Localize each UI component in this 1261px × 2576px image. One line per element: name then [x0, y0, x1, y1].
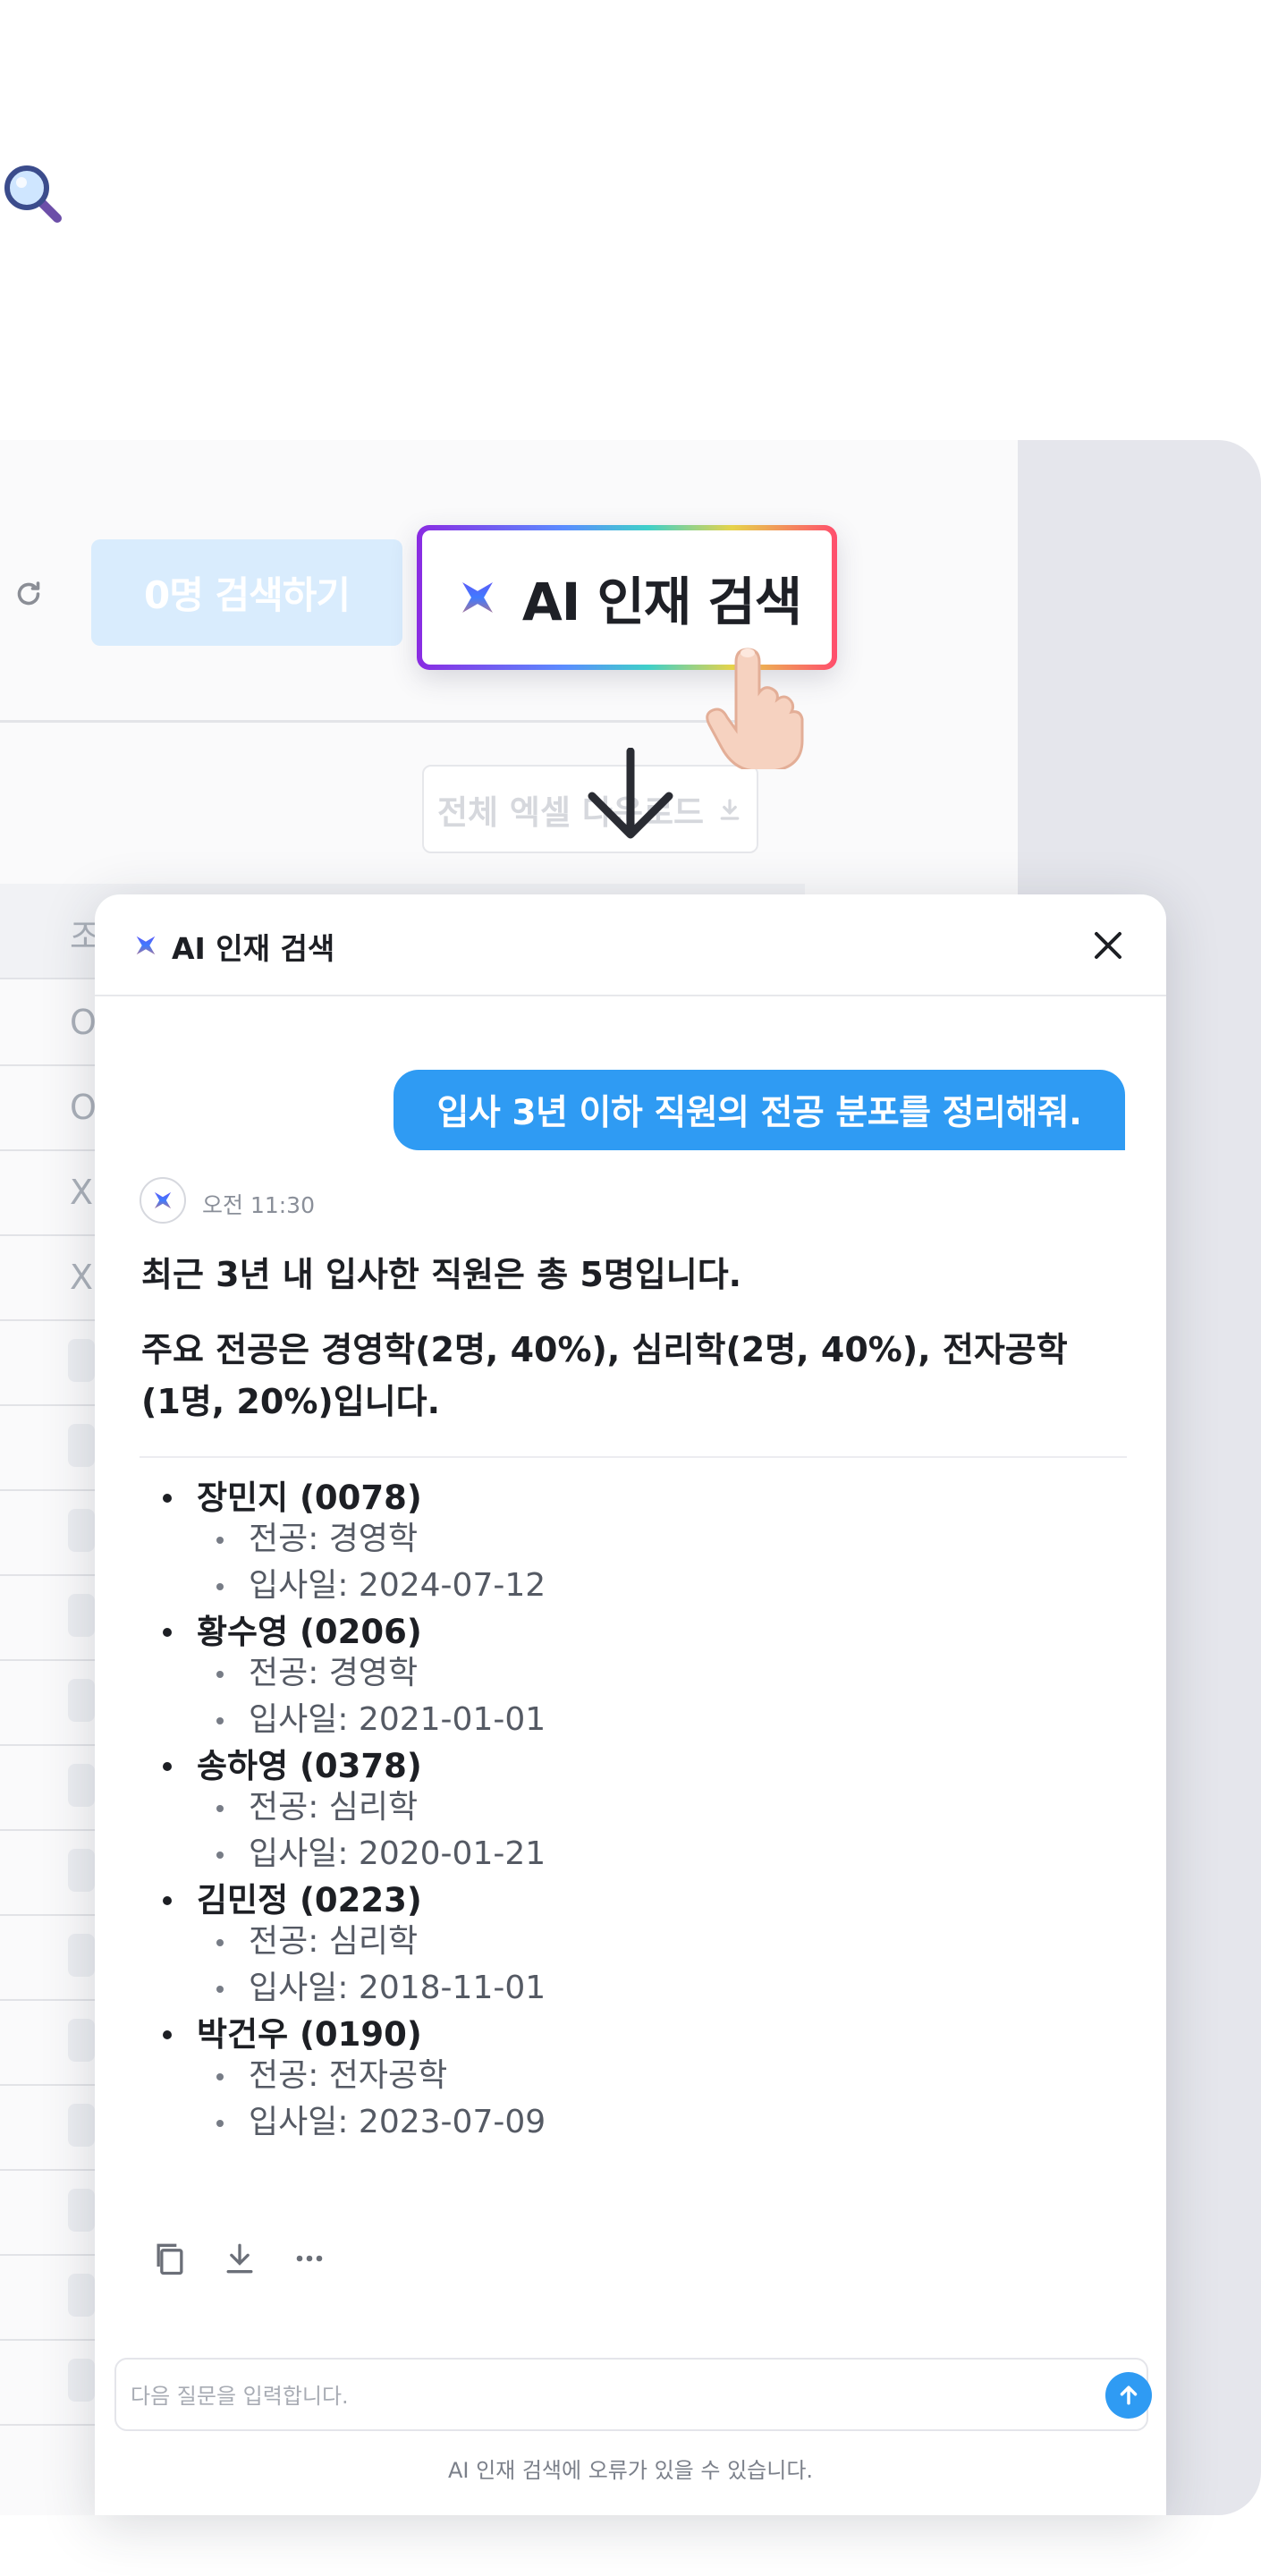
employee-join-date: 입사일: 2024-07-12	[157, 1562, 1052, 1610]
sparkle-star-icon	[136, 936, 156, 955]
bot-detail: 주요 전공은 경영학(2명, 40%), 심리학(2명, 40%), 전자공학(…	[141, 1330, 1068, 1421]
employee-major: 전공: 심리학	[157, 1789, 1052, 1830]
employee-list: 장민지 (0078) 전공: 경영학 입사일: 2024-07-12 황수영 (…	[157, 1476, 1052, 2147]
employee-name: 송하영 (0378)	[157, 1744, 1052, 1789]
copy-icon[interactable]	[150, 2239, 190, 2278]
divider	[0, 720, 774, 723]
table-cell-placeholder	[68, 1679, 95, 1722]
table-cell-placeholder	[68, 1934, 95, 1977]
list-item: 김민정 (0223) 전공: 심리학 입사일: 2018-11-01	[157, 1878, 1052, 2012]
table-cell: X	[70, 1173, 94, 1212]
user-message-bubble: 입사 3년 이하 직원의 전공 분포를 정리해줘.	[394, 1070, 1125, 1150]
question-input[interactable]	[129, 2376, 1062, 2417]
employee-major: 전공: 경영학	[157, 1655, 1052, 1696]
table-cell: X	[70, 1258, 94, 1297]
ai-talent-search-label: AI 인재 검색	[521, 572, 802, 632]
bot-summary: 최근 3년 내 입사한 직원은 총 5명입니다.	[141, 1255, 742, 1294]
pointing-hand-icon	[684, 626, 827, 773]
disclaimer-text: AI 인재 검색에 오류가 있을 수 있습니다.	[447, 2458, 814, 2483]
dialog-header: AI 인재 검색	[95, 894, 1166, 996]
employee-major: 전공: 전자공학	[157, 2057, 1052, 2098]
employee-join-date: 입사일: 2020-01-21	[157, 1830, 1052, 1878]
table-cell-placeholder	[68, 2019, 95, 2062]
employee-major: 전공: 심리학	[157, 1923, 1052, 1964]
employee-join-date: 입사일: 2023-07-09	[157, 2098, 1052, 2147]
employee-major: 전공: 경영학	[157, 1521, 1052, 1562]
table-cell-placeholder	[68, 2189, 95, 2232]
sparkle-star-icon	[461, 582, 493, 613]
magnifier-icon	[0, 161, 72, 233]
table-cell-placeholder	[68, 1594, 95, 1637]
dialog-title: AI 인재 검색	[172, 931, 335, 966]
table-cell-placeholder	[68, 2104, 95, 2147]
ai-search-dialog: AI 인재 검색 입사 3년 이하 직원의 전공 분포를 정리해줘. 오전 11…	[95, 894, 1166, 2515]
download-icon[interactable]	[220, 2239, 259, 2278]
list-item: 박건우 (0190) 전공: 전자공학 입사일: 2023-07-09	[157, 2012, 1052, 2147]
down-arrow-icon	[581, 747, 680, 846]
employee-name: 김민정 (0223)	[157, 1878, 1052, 1923]
employee-name: 박건우 (0190)	[157, 2012, 1052, 2057]
table-cell-placeholder	[68, 2274, 95, 2317]
search-count-button[interactable]: 0명 검색하기	[91, 539, 402, 646]
message-timestamp: 오전 11:30	[202, 1192, 315, 1218]
table-cell-placeholder	[68, 1509, 95, 1552]
table-cell: O	[70, 1088, 97, 1127]
list-item: 장민지 (0078) 전공: 경영학 입사일: 2024-07-12	[157, 1476, 1052, 1610]
close-icon[interactable]	[1091, 928, 1125, 962]
more-icon[interactable]	[290, 2239, 329, 2278]
arrow-up-icon	[1120, 2385, 1138, 2405]
table-cell: O	[70, 1003, 97, 1042]
table-cell-placeholder	[68, 1849, 95, 1892]
table-cell-placeholder	[68, 1424, 95, 1467]
table-cell-placeholder	[68, 1764, 95, 1807]
employee-name: 장민지 (0078)	[157, 1476, 1052, 1521]
divider	[140, 1456, 1127, 1458]
employee-join-date: 입사일: 2021-01-01	[157, 1696, 1052, 1744]
employee-name: 황수영 (0206)	[157, 1610, 1052, 1655]
table-cell-placeholder	[68, 2359, 95, 2402]
list-item: 송하영 (0378) 전공: 심리학 입사일: 2020-01-21	[157, 1744, 1052, 1878]
table-cell-placeholder	[68, 1339, 95, 1382]
sparkle-star-icon	[154, 1191, 172, 1209]
list-item: 황수영 (0206) 전공: 경영학 입사일: 2021-01-01	[157, 1610, 1052, 1744]
message-actions	[150, 2236, 329, 2281]
refresh-icon[interactable]	[13, 578, 45, 610]
employee-join-date: 입사일: 2018-11-01	[157, 1964, 1052, 2012]
question-input-box	[114, 2358, 1152, 2431]
download-icon	[720, 798, 740, 820]
send-button[interactable]	[1105, 2372, 1152, 2419]
bot-avatar	[140, 1177, 186, 1224]
